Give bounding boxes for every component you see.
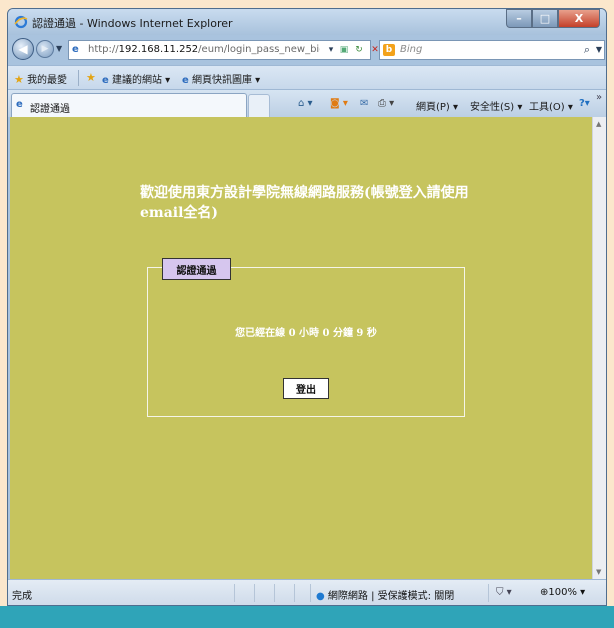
auth-fieldset: 認證通過 您已經在線 0 小時 0 分鐘 9 秒 登出 xyxy=(147,258,465,417)
online-duration-text: 您已經在線 0 小時 0 分鐘 9 秒 xyxy=(235,328,377,339)
globe-icon: ● xyxy=(316,591,325,602)
minimize-button[interactable]: – xyxy=(506,9,532,28)
tools-menu[interactable]: 工具(O) ▾ xyxy=(529,98,573,113)
suggested-sites-button[interactable]: e 建議的網站 ▾ xyxy=(102,71,170,86)
refresh-icon[interactable]: ↻ xyxy=(352,43,366,57)
back-arrow-icon: ◀ xyxy=(18,42,28,56)
status-text: 完成 xyxy=(12,591,32,602)
ie-page-icon: e xyxy=(182,75,189,86)
safety-menu[interactable]: 安全性(S) ▾ xyxy=(470,98,522,113)
favorites-bar: ★ 我的最愛 ★ e 建議的網站 ▾ e 網頁快訊圖庫 ▾ xyxy=(8,65,606,89)
page-menu[interactable]: 網頁(P) ▾ xyxy=(416,98,458,113)
favorites-separator xyxy=(78,70,79,86)
history-dropdown-icon[interactable]: ▼ xyxy=(56,44,62,53)
maximize-button[interactable]: □ xyxy=(532,9,558,28)
home-icon[interactable]: ⌂ ▾ xyxy=(298,98,313,109)
help-icon[interactable]: ?▾ xyxy=(579,98,590,109)
mail-icon[interactable]: ✉ xyxy=(360,98,368,109)
status-bar: 完成 ● 網際網路 | 受保護模式: 關閉 ⛉ ▾ ⊕100% ▾ xyxy=(8,579,606,605)
ie-page-icon: e xyxy=(102,75,109,86)
security-zone[interactable]: ● 網際網路 | 受保護模式: 關閉 xyxy=(316,587,454,602)
window-controls: – □ X xyxy=(506,9,600,28)
add-favorite-icon: ★ xyxy=(86,71,96,84)
print-icon[interactable]: ⎙ ▾ xyxy=(378,98,394,109)
page-heading: 歡迎使用東方設計學院無線網路服務(帳號登入請使用email全名) xyxy=(140,185,469,221)
search-box[interactable]: b Bing ⌕ ▼ xyxy=(379,40,605,60)
favorites-button[interactable]: ★ 我的最愛 xyxy=(14,71,67,86)
search-icon[interactable]: ⌕ xyxy=(584,43,590,57)
status-divider xyxy=(254,584,255,602)
status-divider xyxy=(310,584,311,602)
vertical-scrollbar[interactable]: ▲ ▼ xyxy=(592,117,606,579)
more-commands-button[interactable]: » xyxy=(596,92,602,103)
scroll-up-icon[interactable]: ▲ xyxy=(596,120,601,128)
status-divider xyxy=(234,584,235,602)
tab-label: 認證通過 xyxy=(30,104,70,115)
tab-command-bar: e 認證通過 ⌂ ▾ ◙ ▾ ✉ ⎙ ▾ 網頁(P) ▾ 安全性(S) ▾ 工具… xyxy=(8,89,606,118)
browser-window: 認證通過 - Windows Internet Explorer – □ X ◀… xyxy=(7,8,607,606)
address-url[interactable]: http://192.168.11.252/eum/login_pass_new… xyxy=(88,44,320,55)
new-tab-button[interactable] xyxy=(248,94,270,118)
forward-arrow-icon: ▶ xyxy=(41,44,49,54)
title-bar: 認證通過 - Windows Internet Explorer – □ X xyxy=(8,9,606,35)
navigation-bar: ◀ ▶ ▼ e http://192.168.11.252/eum/login_… xyxy=(8,35,606,65)
forward-button[interactable]: ▶ xyxy=(36,40,54,58)
search-options-icon[interactable]: ▼ xyxy=(596,45,602,54)
status-divider xyxy=(294,584,295,602)
address-dropdown-icon[interactable]: ▾ xyxy=(324,43,338,57)
zoom-control[interactable]: ⊕100% ▾ xyxy=(540,587,585,598)
scroll-down-icon[interactable]: ▼ xyxy=(596,568,601,576)
page-content: 歡迎使用東方設計學院無線網路服務(帳號登入請使用email全名) 認證通過 您已… xyxy=(10,117,592,579)
tab-favicon-icon: e xyxy=(16,99,23,110)
logout-button[interactable]: 登出 xyxy=(283,378,329,399)
add-to-favorites-button[interactable]: ★ xyxy=(86,71,96,84)
status-divider xyxy=(488,584,489,602)
status-divider xyxy=(274,584,275,602)
address-bar[interactable]: e http://192.168.11.252/eum/login_pass_n… xyxy=(68,40,379,60)
favorites-star-icon: ★ xyxy=(14,73,24,86)
desktop-band xyxy=(0,606,614,628)
ie-logo-icon xyxy=(14,15,28,29)
close-button[interactable]: X xyxy=(558,9,600,28)
bing-logo-icon: b xyxy=(383,44,395,56)
search-placeholder[interactable]: Bing xyxy=(400,44,422,55)
page-icon: e xyxy=(72,44,79,55)
protected-mode-icon[interactable]: ⛉ ▾ xyxy=(496,587,512,598)
feeds-icon[interactable]: ◙ ▾ xyxy=(330,98,348,109)
back-button[interactable]: ◀ xyxy=(12,38,34,60)
tab-current[interactable]: e 認證通過 xyxy=(11,93,247,118)
web-slice-gallery-button[interactable]: e 網頁快訊圖庫 ▾ xyxy=(182,71,260,86)
compatibility-icon[interactable]: ▣ xyxy=(337,43,351,57)
window-title: 認證通過 - Windows Internet Explorer xyxy=(32,17,233,30)
auth-legend: 認證通過 xyxy=(162,258,231,280)
